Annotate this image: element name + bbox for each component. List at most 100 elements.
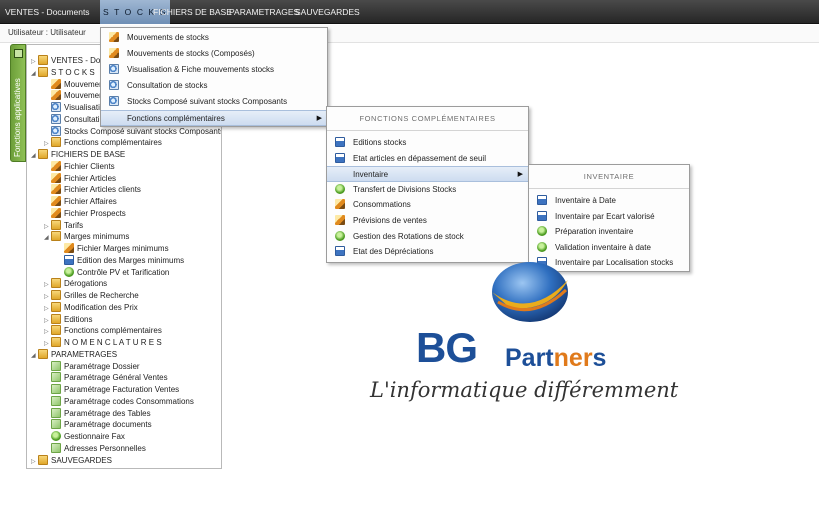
menu-item-label: Inventaire: [353, 170, 389, 180]
menu-ventes[interactable]: VENTES - Documents: [2, 0, 93, 24]
tree-node-fonctions-complementaires[interactable]: ▷ Fonctions complémentaires: [44, 137, 162, 149]
tree-node-label: Fichier Clients: [64, 161, 115, 171]
pin-icon[interactable]: [14, 49, 23, 58]
tree-node-parametrage-des-tables[interactable]: Paramétrage des Tables: [44, 407, 151, 420]
folder-icon: [51, 313, 61, 324]
folder-icon: [38, 149, 48, 159]
tree-node-adresses-personnelles[interactable]: Adresses Personnelles: [44, 442, 146, 455]
menu-item-etat-articles-en-depassement-de-seuil[interactable]: Etat articles en dépassement de seuil: [327, 151, 528, 167]
folder-icon: [51, 278, 61, 289]
menu-item-consultation-de-stocks[interactable]: Consultation de stocks: [101, 78, 327, 94]
menu-item-stocks-compose-suivant-stocks-composants[interactable]: Stocks Composé suivant stocks Composants: [101, 94, 327, 110]
tree-node-s-t-o-c-k-s[interactable]: ◢ S T O C K S: [31, 66, 95, 80]
tree-node-parametrages[interactable]: ◢ PARAMETRAGES: [31, 348, 117, 362]
menu-item-inventaire[interactable]: Inventaire ▶: [327, 166, 528, 183]
folder-icon: [38, 348, 48, 359]
tree-node-fichier-clients[interactable]: Fichier Clients: [44, 160, 115, 173]
tree-node-parametrage-general-ventes[interactable]: Paramétrage Général Ventes: [44, 372, 168, 384]
menu-item-label: Mouvements de stocks: [127, 33, 209, 42]
menu-item-label: Transfert de Divisions Stocks: [353, 184, 457, 194]
tree-node-gestionnaire-fax[interactable]: Gestionnaire Fax: [44, 431, 125, 443]
pencil-icon: [109, 32, 119, 42]
tree-node-fichier-articles[interactable]: Fichier Articles: [44, 172, 116, 185]
menu-item-label: Consommations: [353, 200, 411, 210]
tree-node-label: Adresses Personnelles: [64, 443, 146, 453]
side-tab-fonctions-applicatives[interactable]: Fonctions applicatives: [10, 44, 26, 162]
menu-item-previsions-de-ventes[interactable]: Prévisions de ventes: [327, 213, 528, 229]
tree-node-label: N O M E N C L A T U R E S: [64, 338, 162, 347]
tree-node-label: Fichier Marges minimums: [77, 244, 169, 253]
tree-node-fichier-affaires[interactable]: Fichier Affaires: [44, 196, 117, 208]
tree-node-tarifs[interactable]: ▷ Tarifs: [44, 219, 83, 232]
check-icon: [51, 407, 61, 418]
menu-item-fonctions-complementaires[interactable]: Fonctions complémentaires ▶: [101, 110, 327, 126]
tree-node-fichier-articles-clients[interactable]: Fichier Articles clients: [44, 184, 141, 196]
tree-node-edition-des-marges-minimums[interactable]: Edition des Marges minimums: [57, 254, 185, 267]
tree-node-label: Modification des Prix: [64, 302, 138, 312]
tree-node-grilles-de-recherche[interactable]: ▷ Grilles de Recherche: [44, 290, 139, 302]
menu-item-preparation-inventaire[interactable]: Préparation inventaire: [529, 224, 689, 240]
check-icon: [51, 384, 61, 394]
logo-tagline: L'informatique différemment: [370, 378, 679, 402]
stocks-dropdown-menu: Mouvements de stocks Mouvements de stocks…: [100, 27, 328, 127]
pencil-icon: [335, 215, 345, 225]
tree-node-label: S T O C K S: [51, 67, 95, 77]
tree-node-fichiers-de-base[interactable]: ◢ FICHIERS DE BASE: [31, 149, 125, 161]
pencil-icon: [51, 90, 61, 101]
green-icon: [335, 183, 345, 194]
tree-node-fonctions-complementaires[interactable]: ▷ Fonctions complémentaires: [44, 325, 162, 337]
menu-sauvegardes[interactable]: SAUVEGARDES: [292, 0, 363, 24]
pencil-icon: [51, 172, 61, 183]
menu-item-visualisation-fiche-mouvements-stocks[interactable]: Visualisation & Fiche mouvements stocks: [101, 62, 327, 78]
tree-node-marges-minimums[interactable]: ◢ Marges minimums: [44, 231, 129, 243]
tree-node-parametrage-documents[interactable]: Paramétrage documents: [44, 419, 152, 431]
check-icon: [51, 360, 61, 371]
green-icon: [51, 431, 61, 441]
folder-icon: [38, 55, 48, 65]
tree-node-derogations[interactable]: ▷ Dérogations: [44, 278, 107, 290]
tree-node-label: Edition des Marges minimums: [77, 255, 185, 265]
tree-node-label: Paramétrage Dossier: [64, 361, 140, 371]
tree-node-fichier-marges-minimums[interactable]: Fichier Marges minimums: [57, 243, 169, 255]
menu-item-mouvements-de-stocks[interactable]: Mouvements de stocks: [101, 30, 327, 46]
tree-node-label: Marges minimums: [64, 232, 130, 242]
tree-node-editions[interactable]: ▷ Editions: [44, 313, 92, 326]
menu-item-mouvements-de-stocks-composes[interactable]: Mouvements de stocks (Composés): [101, 46, 327, 62]
menu-item-inventaire-a-date[interactable]: Inventaire à Date: [529, 193, 689, 209]
check-icon: [51, 419, 61, 430]
tree-node-fichier-prospects[interactable]: Fichier Prospects: [44, 207, 126, 220]
tree-node-parametrage-codes-consommations[interactable]: Paramétrage codes Consommations: [44, 395, 194, 408]
tree-node-modification-des-prix[interactable]: ▷ Modification des Prix: [44, 301, 138, 314]
menu-item-transfert-de-divisions-stocks[interactable]: Transfert de Divisions Stocks: [327, 182, 528, 198]
menu-item-gestion-des-rotations-de-stock[interactable]: Gestion des Rotations de stock: [327, 229, 528, 245]
pencil-icon: [51, 160, 61, 171]
tree-node-n-o-m-e-n-c-l-a-t-u-r-e-s[interactable]: ▷ N O M E N C L A T U R E S: [44, 337, 162, 349]
expanded-arrow-icon[interactable]: ◢: [31, 350, 38, 362]
collapsed-arrow-icon[interactable]: ▷: [31, 456, 38, 468]
menu-item-inventaire-par-ecart-valorise[interactable]: Inventaire par Ecart valorisé: [529, 209, 689, 225]
pencil-icon: [51, 78, 61, 89]
menu-item-editions-stocks[interactable]: Editions stocks: [327, 135, 528, 151]
view-icon: [109, 80, 119, 90]
menu-item-label: Mouvements de stocks (Composés): [127, 49, 255, 58]
tree-node-stocks-compose-suivant-stocks-composants[interactable]: Stocks Composé suivant stocks Composants: [44, 125, 221, 138]
tree-node-sauvegardes[interactable]: ▷ SAUVEGARDES: [31, 454, 112, 468]
view-icon: [51, 125, 61, 136]
menu-item-label: Gestion des Rotations de stock: [353, 231, 464, 241]
logo-partners-text: Partners: [505, 344, 606, 373]
tree-node-label: Fonctions complémentaires: [64, 138, 162, 148]
folder-icon: [51, 301, 61, 312]
menu-parametrages[interactable]: PARAMETRAGES: [226, 0, 302, 24]
menu-fichiers-de-base[interactable]: FICHIERS DE BASE: [150, 0, 235, 24]
expanded-arrow-icon[interactable]: ◢: [31, 68, 38, 80]
view-icon: [109, 96, 119, 106]
folder-icon: [51, 325, 61, 336]
expanded-arrow-icon[interactable]: ◢: [44, 232, 51, 244]
tree-node-parametrage-dossier[interactable]: Paramétrage Dossier: [44, 360, 140, 373]
expanded-arrow-icon[interactable]: ◢: [31, 150, 38, 162]
menu-item-label: Stocks Composé suivant stocks Composants: [127, 97, 288, 106]
view-icon: [109, 64, 119, 74]
menu-item-consommations[interactable]: Consommations: [327, 197, 528, 213]
tree-node-parametrage-facturation-ventes[interactable]: Paramétrage Facturation Ventes: [44, 384, 179, 396]
tree-node-controle-pv-et-tarification[interactable]: Contrôle PV et Tarification: [57, 266, 169, 279]
